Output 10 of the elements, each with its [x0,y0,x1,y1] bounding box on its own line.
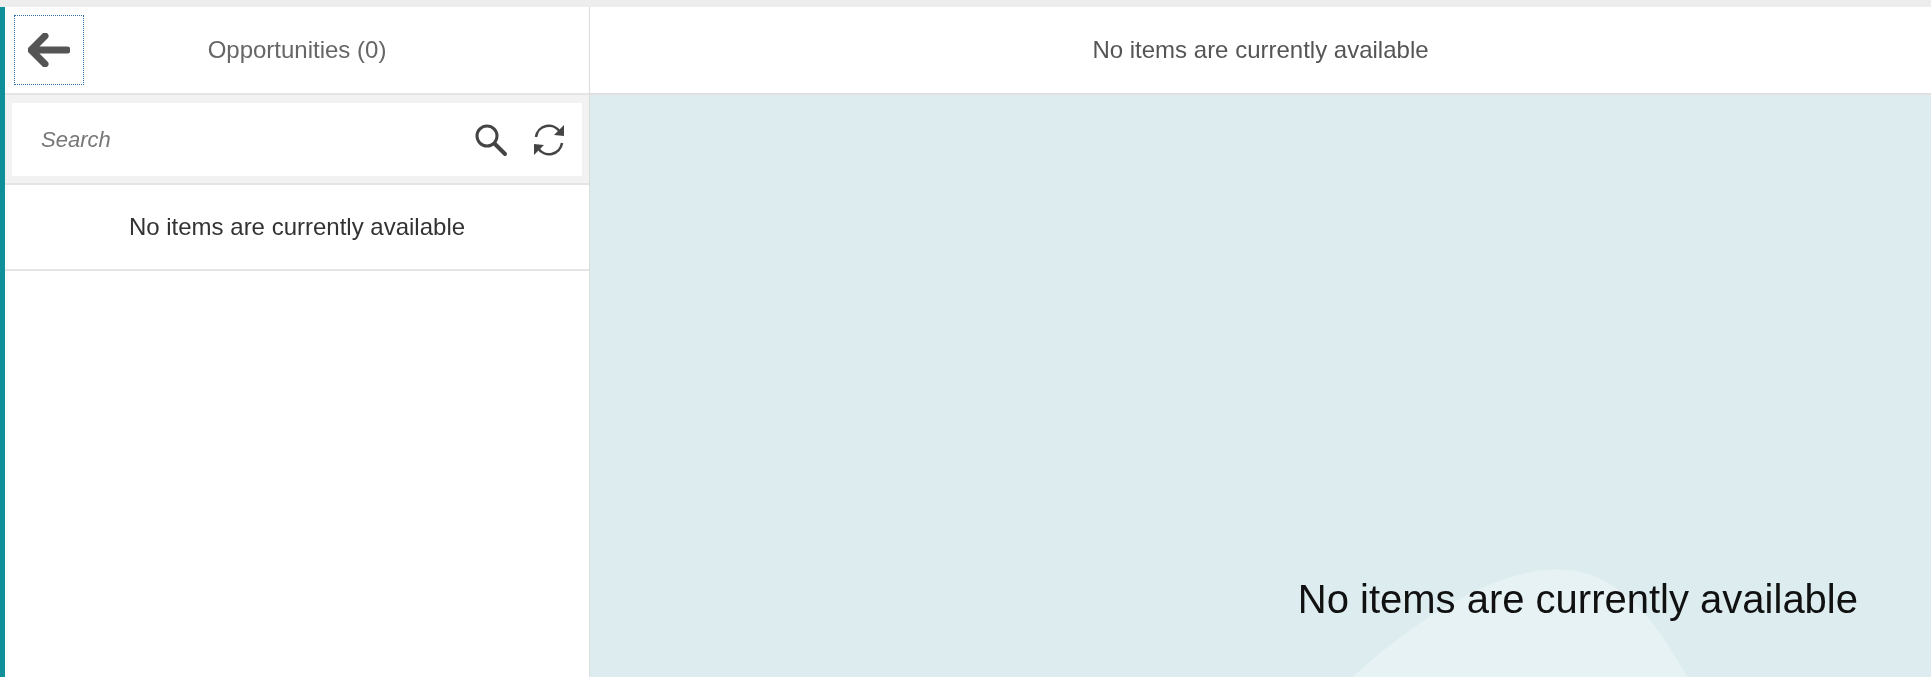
no-data-text: No items are currently available [128,213,466,241]
search-input[interactable]: Search [39,125,452,154]
detail-title: No items are currently available [1092,36,1429,64]
master-title: Opportunities (0) [207,36,387,63]
no-data-message: No items are currently available [1297,577,1858,622]
search-field[interactable]: Search [12,103,582,176]
search-icon [474,122,508,157]
back-arrow-icon [28,33,70,67]
back-button[interactable] [14,15,84,85]
search-button[interactable] [474,122,508,157]
